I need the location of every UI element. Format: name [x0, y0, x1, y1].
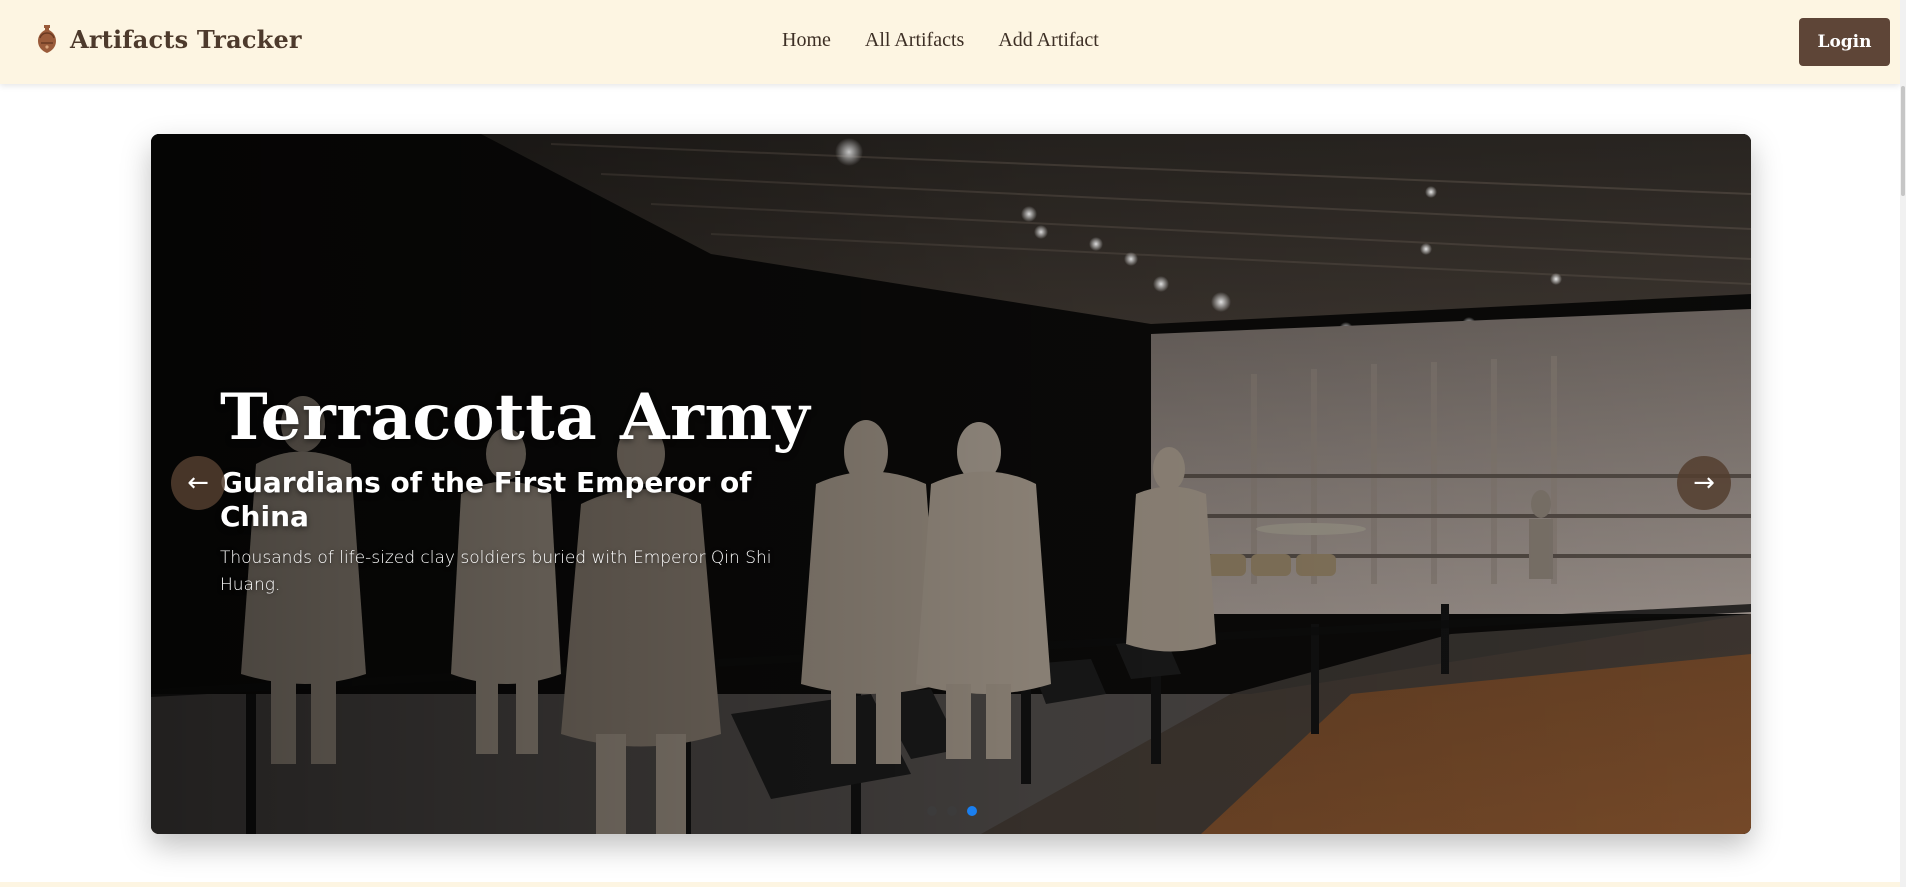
arrow-right-icon: →: [1693, 468, 1715, 498]
login-button[interactable]: Login: [1799, 18, 1890, 66]
slide-title: Terracotta Army: [220, 380, 811, 455]
main-nav: Home All Artifacts Add Artifact: [782, 29, 1099, 52]
nav-link-home[interactable]: Home: [782, 29, 831, 52]
brand-name: Artifacts Tracker: [70, 24, 302, 54]
carousel-dot[interactable]: [947, 806, 957, 816]
carousel-next-button[interactable]: →: [1677, 456, 1731, 510]
slide-caption: Terracotta Army Guardians of the First E…: [220, 386, 820, 600]
hero-carousel: Terracotta Army Guardians of the First E…: [151, 134, 1751, 834]
carousel-prev-button[interactable]: ←: [171, 456, 225, 510]
scrollbar-thumb[interactable]: [1901, 86, 1905, 196]
top-navbar: Artifacts Tracker Home All Artifacts Add…: [0, 0, 1900, 84]
nav-link-all-artifacts[interactable]: All Artifacts: [865, 29, 964, 52]
carousel-dot[interactable]: [927, 806, 937, 816]
arrow-left-icon: ←: [187, 468, 209, 498]
carousel-indicators: [927, 806, 977, 816]
nav-link-add-artifact[interactable]: Add Artifact: [998, 29, 1099, 52]
slide-description: Thousands of life-sized clay soldiers bu…: [220, 548, 772, 596]
brand[interactable]: Artifacts Tracker: [36, 24, 302, 54]
slide-subtitle: Guardians of the First Emperor of China: [220, 466, 752, 533]
section-divider: [0, 882, 1900, 887]
carousel-dot[interactable]: [967, 806, 977, 816]
amphora-icon: [38, 25, 56, 53]
